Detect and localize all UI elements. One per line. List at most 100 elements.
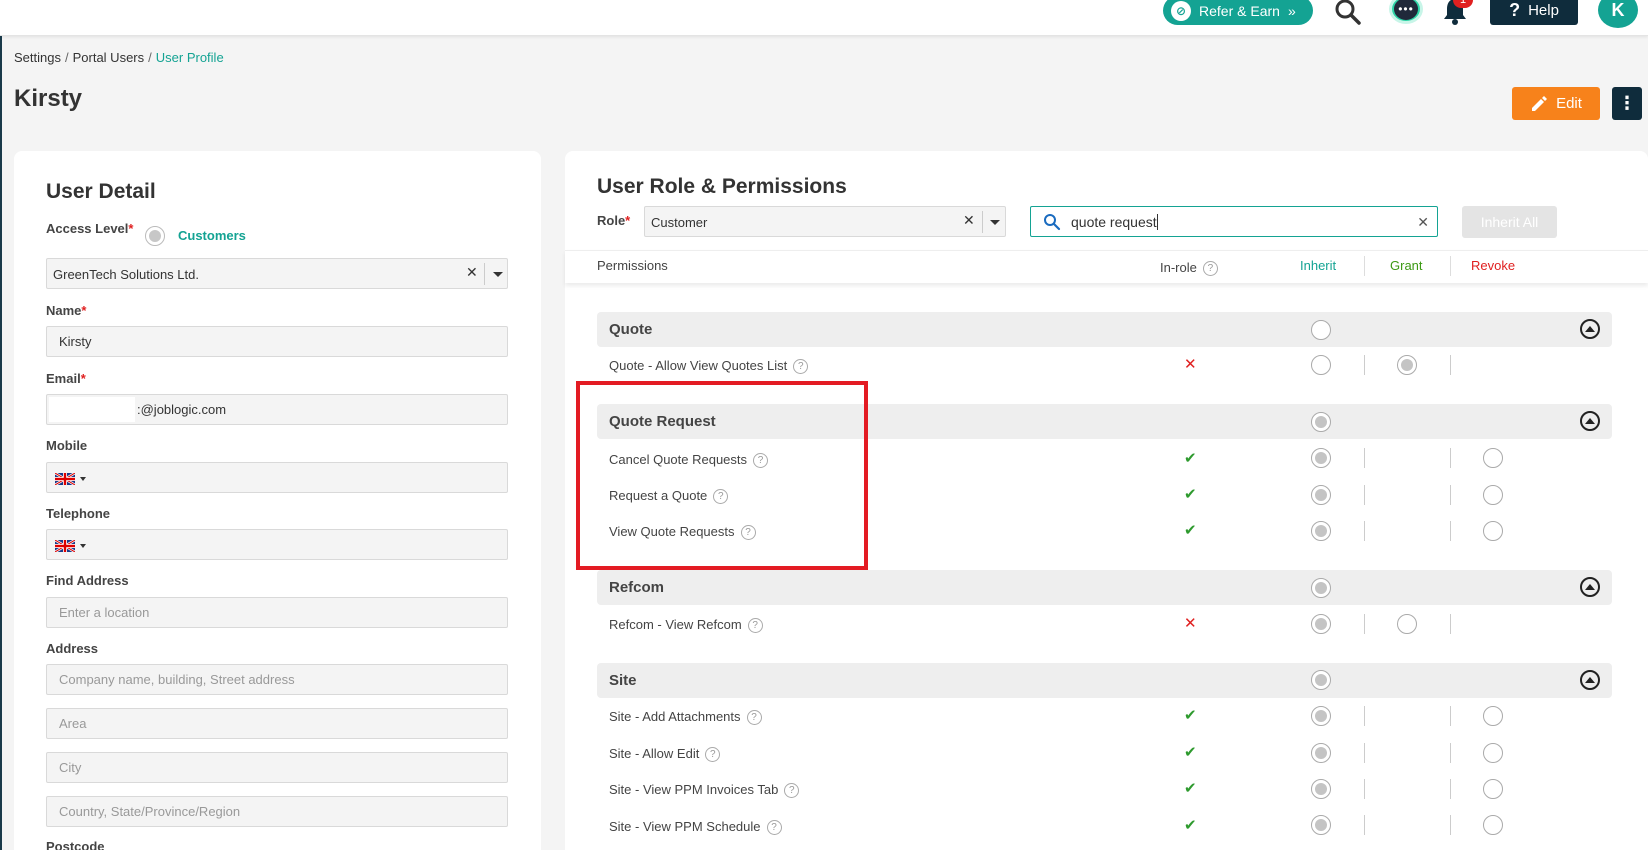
permission-search-input[interactable]: quote request ✕: [1030, 206, 1438, 237]
refer-earn-button[interactable]: ⊘ Refer & Earn »: [1163, 0, 1313, 25]
revoke-radio[interactable]: [1483, 485, 1503, 505]
header-in-role: In-role?: [1160, 260, 1218, 276]
email-redaction: [49, 397, 135, 422]
group-quote-inherit-radio[interactable]: [1311, 320, 1331, 340]
help-icon[interactable]: ?: [747, 618, 763, 633]
address-input[interactable]: Company name, building, Street address: [46, 664, 508, 695]
help-icon[interactable]: ?: [793, 359, 809, 374]
revoke-radio[interactable]: [1483, 779, 1503, 799]
help-button[interactable]: ? Help: [1490, 0, 1578, 25]
revoke-radio[interactable]: [1483, 706, 1503, 726]
find-address-input[interactable]: Enter a location: [46, 597, 508, 628]
uk-flag-icon[interactable]: [55, 540, 75, 552]
joblogic-logo-icon: ⊘: [1171, 0, 1191, 21]
name-field[interactable]: Kirsty: [46, 326, 508, 357]
inherit-radio[interactable]: [1311, 706, 1331, 726]
group-quote-request-inherit-radio[interactable]: [1311, 412, 1331, 432]
permission-name: Site - View PPM Invoices Tab?: [609, 782, 800, 798]
area-input[interactable]: Area: [46, 708, 508, 739]
country-input[interactable]: Country, State/Province/Region: [46, 796, 508, 827]
uk-flag-icon[interactable]: [55, 473, 75, 485]
customer-select-value: GreenTech Solutions Ltd.: [53, 267, 199, 282]
mobile-field[interactable]: [46, 462, 508, 493]
user-detail-card: [14, 151, 541, 850]
postcode-label: Postcode: [46, 839, 105, 850]
telephone-field[interactable]: [46, 529, 508, 560]
inherit-radio[interactable]: [1311, 485, 1331, 505]
more-options-button[interactable]: ⋮: [1612, 87, 1642, 120]
collapse-icon[interactable]: [1580, 411, 1600, 431]
inherit-radio[interactable]: [1311, 521, 1331, 541]
help-icon[interactable]: ?: [1202, 261, 1218, 276]
permission-name: Refcom - View Refcom?: [609, 617, 763, 633]
customer-select[interactable]: GreenTech Solutions Ltd. ✕: [46, 258, 508, 289]
chevron-down-icon[interactable]: [80, 544, 86, 548]
revoke-radio[interactable]: [1483, 743, 1503, 763]
avatar[interactable]: K: [1598, 0, 1638, 28]
collapse-icon[interactable]: [1580, 319, 1600, 339]
inherit-radio[interactable]: [1311, 614, 1331, 634]
chevron-down-icon[interactable]: [990, 220, 1000, 225]
search-value: quote request: [1071, 214, 1158, 230]
chevron-down-icon[interactable]: [493, 272, 503, 277]
breadcrumb-portal-users[interactable]: Portal Users: [73, 50, 145, 65]
access-level-radio[interactable]: [145, 226, 165, 246]
grant-radio[interactable]: [1397, 614, 1417, 634]
in-role-check-icon: ✔: [1184, 744, 1197, 761]
email-value: :@joblogic.com: [137, 402, 227, 417]
mobile-label: Mobile: [46, 438, 88, 453]
revoke-radio[interactable]: [1483, 521, 1503, 541]
in-role-cross-icon: ✕: [1184, 356, 1197, 373]
permission-name: Site - View PPM Schedule?: [609, 819, 782, 835]
grant-radio[interactable]: [1397, 355, 1417, 375]
access-level-label: Access Level*: [46, 221, 134, 236]
chevron-down-icon[interactable]: [80, 477, 86, 481]
inherit-all-button[interactable]: Inherit All: [1462, 206, 1557, 238]
inherit-radio[interactable]: [1311, 743, 1331, 763]
permission-name: Site - Allow Edit?: [609, 746, 721, 762]
clear-icon[interactable]: ✕: [466, 264, 478, 281]
group-refcom-inherit-radio[interactable]: [1311, 578, 1331, 598]
highlight-box: [576, 381, 868, 570]
email-label: Email*: [46, 371, 86, 386]
breadcrumb: Settings / Portal Users / User Profile: [14, 50, 224, 65]
inherit-radio[interactable]: [1311, 815, 1331, 835]
clear-icon[interactable]: ✕: [963, 212, 975, 229]
role-select[interactable]: Customer ✕: [644, 206, 1006, 237]
help-icon[interactable]: ?: [746, 710, 762, 725]
address-label: Address: [46, 641, 99, 656]
vertical-dots-icon: ⋮: [1618, 93, 1636, 113]
help-icon[interactable]: ?: [766, 820, 782, 835]
clear-search-icon[interactable]: ✕: [1417, 214, 1429, 231]
in-role-check-icon: ✔: [1184, 522, 1197, 539]
inherit-radio[interactable]: [1311, 448, 1331, 468]
chat-icon: •••: [1394, 0, 1418, 20]
edit-button[interactable]: Edit: [1512, 87, 1600, 120]
group-quote: Quote: [597, 312, 1612, 347]
help-icon[interactable]: ?: [705, 747, 721, 762]
email-field[interactable]: :@joblogic.com: [46, 394, 508, 425]
header-permissions: Permissions: [597, 258, 668, 273]
role-select-value: Customer: [651, 215, 708, 230]
edit-label: Edit: [1556, 95, 1582, 112]
chat-button[interactable]: •••: [1389, 0, 1423, 24]
collapse-icon[interactable]: [1580, 577, 1600, 597]
in-role-check-icon: ✔: [1184, 450, 1197, 467]
collapse-icon[interactable]: [1580, 670, 1600, 690]
page-title: Kirsty: [14, 85, 83, 112]
help-icon[interactable]: ?: [784, 783, 800, 798]
inherit-radio[interactable]: [1311, 779, 1331, 799]
revoke-radio[interactable]: [1483, 448, 1503, 468]
name-label: Name*: [46, 303, 87, 318]
notification-badge: 1: [1453, 0, 1473, 8]
inherit-radio[interactable]: [1311, 355, 1331, 375]
group-site-inherit-radio[interactable]: [1311, 670, 1331, 690]
breadcrumb-settings[interactable]: Settings: [14, 50, 61, 65]
header-inherit: Inherit: [1300, 258, 1337, 273]
in-role-cross-icon: ✕: [1184, 615, 1197, 632]
search-icon[interactable]: [1334, 0, 1362, 26]
city-input[interactable]: City: [46, 752, 508, 783]
breadcrumb-user-profile: User Profile: [155, 50, 224, 65]
revoke-radio[interactable]: [1483, 815, 1503, 835]
header-grant: Grant: [1390, 258, 1423, 273]
